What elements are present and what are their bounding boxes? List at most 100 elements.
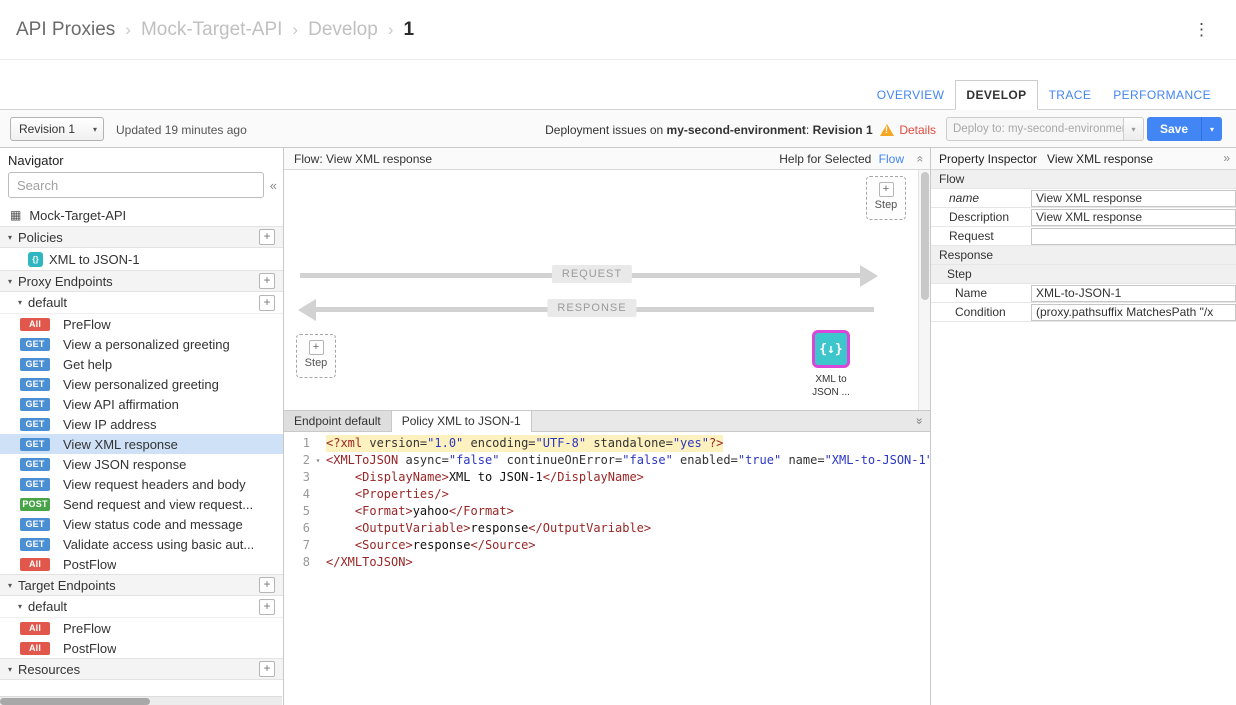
code-line[interactable]: 2▾<XMLToJSON async="false" continueOnErr… bbox=[284, 452, 930, 469]
tab-develop[interactable]: DEVELOP bbox=[955, 80, 1037, 110]
apigee-proxy-editor: API Proxies › Mock-Target-API › Develop … bbox=[0, 0, 1236, 705]
add-button[interactable]: + bbox=[259, 295, 275, 311]
nav-flow-send-request-and-view-request[interactable]: POSTSend request and view request... bbox=[0, 494, 283, 514]
nav-section-resources[interactable]: ▾Resources+ bbox=[0, 658, 283, 680]
inspector-row-flow[interactable]: Flow bbox=[931, 170, 1236, 189]
flow-name: View personalized greeting bbox=[63, 377, 219, 392]
nav-flow-view-api-affirmation[interactable]: GETView API affirmation bbox=[0, 394, 283, 414]
code-line[interactable]: 3 <DisplayName>XML to JSON-1</DisplayNam… bbox=[284, 469, 930, 486]
deploy-select[interactable]: Deploy to: my-second-environment ▾ bbox=[946, 117, 1144, 141]
breadcrumb-proxy-name[interactable]: Mock-Target-API bbox=[141, 19, 282, 41]
breadcrumb-api-proxies[interactable]: API Proxies bbox=[16, 19, 115, 41]
add-button[interactable]: + bbox=[259, 229, 275, 245]
nav-flow-view-ip-address[interactable]: GETView IP address bbox=[0, 414, 283, 434]
nav-flow-view-personalized-greeting[interactable]: GETView personalized greeting bbox=[0, 374, 283, 394]
flow-help-link[interactable]: Flow bbox=[879, 152, 904, 166]
fold-gutter bbox=[310, 503, 326, 520]
collapse-flow-panel-icon[interactable]: « bbox=[914, 156, 928, 163]
nav-flow-postflow[interactable]: AllPostFlow bbox=[0, 554, 283, 574]
save-menu-caret-icon[interactable]: ▾ bbox=[1201, 117, 1222, 141]
property-value-field[interactable]: View XML response bbox=[1031, 209, 1236, 226]
chevron-down-icon[interactable]: ▾ bbox=[1123, 118, 1143, 140]
flow-title: Flow: View XML response bbox=[294, 152, 432, 166]
nav-policy-xml-to-json-1[interactable]: {}XML to JSON-1 bbox=[0, 248, 283, 270]
save-button[interactable]: Save bbox=[1147, 117, 1201, 141]
add-step-button-request[interactable]: + Step bbox=[866, 176, 906, 220]
code-line[interactable]: 7 <Source>response</Source> bbox=[284, 537, 930, 554]
disclosure-triangle-icon[interactable]: ▾ bbox=[18, 298, 22, 307]
search-input[interactable] bbox=[8, 172, 264, 198]
collapse-editor-icon[interactable]: « bbox=[912, 418, 926, 425]
nav-flow-view-a-personalized-greeting[interactable]: GETView a personalized greeting bbox=[0, 334, 283, 354]
nav-flow-preflow[interactable]: AllPreFlow bbox=[0, 618, 283, 638]
code-text: <Format>yahoo</Format> bbox=[326, 503, 514, 520]
nav-flow-get-help[interactable]: GETGet help bbox=[0, 354, 283, 374]
code-line[interactable]: 5 <Format>yahoo</Format> bbox=[284, 503, 930, 520]
nav-section-default[interactable]: ▾default+ bbox=[0, 596, 283, 618]
nav-proxy-root[interactable]: ▦Mock-Target-API bbox=[0, 204, 283, 226]
property-value-field[interactable]: View XML response bbox=[1031, 190, 1236, 207]
flow-scrollbar[interactable] bbox=[918, 170, 930, 410]
method-badge: GET bbox=[20, 418, 50, 431]
editor-tab-endpoint-default[interactable]: Endpoint default bbox=[284, 411, 392, 431]
nav-flow-preflow[interactable]: AllPreFlow bbox=[0, 314, 283, 334]
inspector-row-name: NameXML-to-JSON-1 bbox=[931, 284, 1236, 303]
policy-node-label-line1: XML to bbox=[799, 374, 863, 387]
navigator-hscrollbar[interactable] bbox=[0, 696, 282, 705]
xml-to-json-policy-node[interactable]: {↓} bbox=[812, 330, 850, 368]
disclosure-triangle-icon[interactable]: ▾ bbox=[8, 233, 12, 242]
inspector-row-step[interactable]: Step bbox=[931, 265, 1236, 284]
tab-performance[interactable]: PERFORMANCE bbox=[1102, 80, 1222, 110]
nav-flow-postflow[interactable]: AllPostFlow bbox=[0, 638, 283, 658]
disclosure-triangle-icon[interactable]: ▾ bbox=[8, 665, 12, 674]
add-button[interactable]: + bbox=[259, 273, 275, 289]
code-line[interactable]: 1<?xml version="1.0" encoding="UTF-8" st… bbox=[284, 435, 930, 452]
expand-inspector-icon[interactable]: » bbox=[1223, 151, 1230, 165]
property-value-field[interactable]: (proxy.pathsuffix MatchesPath "/x bbox=[1031, 304, 1236, 321]
disclosure-triangle-icon[interactable]: ▾ bbox=[18, 602, 22, 611]
nav-flow-view-status-code-and-message[interactable]: GETView status code and message bbox=[0, 514, 283, 534]
code-line[interactable]: 6 <OutputVariable>response</OutputVariab… bbox=[284, 520, 930, 537]
code-editor[interactable]: 1<?xml version="1.0" encoding="UTF-8" st… bbox=[284, 432, 930, 705]
nav-flow-view-json-response[interactable]: GETView JSON response bbox=[0, 454, 283, 474]
nav-section-default[interactable]: ▾default+ bbox=[0, 292, 283, 314]
method-badge: GET bbox=[20, 458, 50, 471]
property-label: Request bbox=[931, 229, 1031, 243]
property-value-field[interactable] bbox=[1031, 228, 1236, 245]
disclosure-triangle-icon[interactable]: ▾ bbox=[8, 277, 12, 286]
fold-toggle-icon[interactable]: ▾ bbox=[310, 452, 326, 469]
add-step-button-response[interactable]: + Step bbox=[296, 334, 336, 378]
kebab-menu-icon[interactable]: ⋮ bbox=[1187, 20, 1216, 40]
add-button[interactable]: + bbox=[259, 577, 275, 593]
disclosure-triangle-icon[interactable]: ▾ bbox=[8, 581, 12, 590]
chevron-down-icon: ▾ bbox=[93, 125, 97, 134]
line-number: 4 bbox=[284, 486, 310, 503]
add-button[interactable]: + bbox=[259, 599, 275, 615]
revision-select[interactable]: Revision 1 ▾ bbox=[10, 117, 104, 141]
nav-section-proxy-endpoints[interactable]: ▾Proxy Endpoints+ bbox=[0, 270, 283, 292]
code-line[interactable]: 4 <Properties/> bbox=[284, 486, 930, 503]
property-label: Name bbox=[931, 286, 1031, 300]
nav-section-target-endpoints[interactable]: ▾Target Endpoints+ bbox=[0, 574, 283, 596]
property-value-field[interactable]: XML-to-JSON-1 bbox=[1031, 285, 1236, 302]
scrollbar-thumb[interactable] bbox=[0, 698, 150, 705]
nav-flow-view-request-headers-and-body[interactable]: GETView request headers and body bbox=[0, 474, 283, 494]
nav-section-policies[interactable]: ▾Policies+ bbox=[0, 226, 283, 248]
policy-node-label[interactable]: XML to JSON ... bbox=[799, 374, 863, 399]
code-editor-panel: Endpoint defaultPolicy XML to JSON-1 « 1… bbox=[284, 410, 930, 705]
scrollbar-thumb[interactable] bbox=[921, 172, 929, 300]
add-button[interactable]: + bbox=[259, 661, 275, 677]
inspector-row-response[interactable]: Response bbox=[931, 246, 1236, 265]
code-line[interactable]: 8</XMLToJSON> bbox=[284, 554, 930, 571]
nav-flow-view-xml-response[interactable]: GETView XML response bbox=[0, 434, 283, 454]
breadcrumb-develop[interactable]: Develop bbox=[308, 19, 378, 41]
details-link[interactable]: Details bbox=[899, 123, 936, 137]
policy-name: XML to JSON-1 bbox=[49, 252, 140, 267]
nav-flow-validate-access-using-basic-aut[interactable]: GETValidate access using basic aut... bbox=[0, 534, 283, 554]
editor-tab-policy-xml-to-json-1[interactable]: Policy XML to JSON-1 bbox=[392, 411, 532, 432]
tab-trace[interactable]: TRACE bbox=[1038, 80, 1103, 110]
flow-canvas: + Step REQUEST RESPONSE + Step {↓} XML t… bbox=[284, 170, 930, 410]
collapse-navigator-icon[interactable]: « bbox=[270, 178, 277, 193]
fold-gutter bbox=[310, 554, 326, 571]
tab-overview[interactable]: OVERVIEW bbox=[866, 80, 956, 110]
